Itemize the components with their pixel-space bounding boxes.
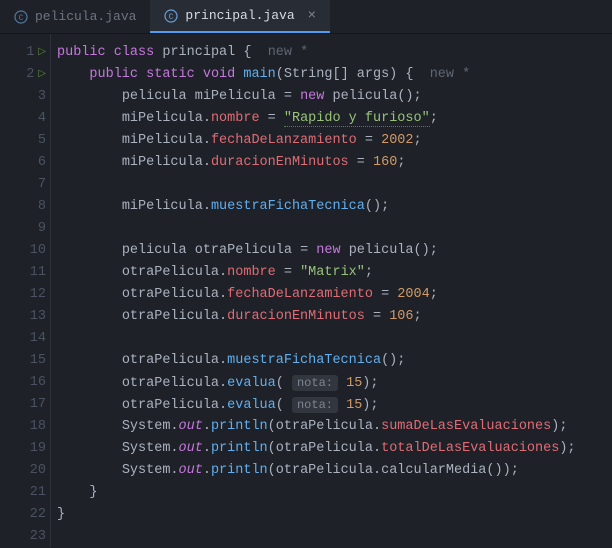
gutter-line[interactable]: 7 xyxy=(0,174,50,196)
gutter-line[interactable]: 23 xyxy=(0,526,50,548)
gutter-line[interactable]: 11 xyxy=(0,262,50,284)
gutter-line[interactable]: 6 xyxy=(0,152,50,174)
param-hint: nota: xyxy=(292,397,338,413)
code-line xyxy=(57,174,576,196)
run-icon[interactable]: ▷ xyxy=(38,64,46,86)
code-line: otraPelicula.evalua( nota: 15); xyxy=(57,372,576,394)
tab-principal[interactable]: C principal.java × xyxy=(150,0,330,33)
code-line: System.out.println(otraPelicula.totalDeL… xyxy=(57,438,576,460)
param-hint: nota: xyxy=(292,375,338,391)
code-line: } xyxy=(57,482,576,504)
gutter-line[interactable]: 17 xyxy=(0,394,50,416)
java-class-icon: C xyxy=(14,10,28,24)
gutter-line[interactable]: 2▷ xyxy=(0,64,50,86)
code-line: pelicula otraPelicula = new pelicula(); xyxy=(57,240,576,262)
code-line xyxy=(57,526,576,548)
code-line: otraPelicula.muestraFichaTecnica(); xyxy=(57,350,576,372)
java-class-icon: C xyxy=(164,9,178,23)
gutter-line[interactable]: 10 xyxy=(0,240,50,262)
code-line: miPelicula.muestraFichaTecnica(); xyxy=(57,196,576,218)
gutter-line[interactable]: 5 xyxy=(0,130,50,152)
tab-label: principal.java xyxy=(185,8,294,23)
close-icon[interactable]: × xyxy=(308,8,316,24)
gutter-line[interactable]: 15 xyxy=(0,350,50,372)
gutter-line[interactable]: 14 xyxy=(0,328,50,350)
code-line: pelicula miPelicula = new pelicula(); xyxy=(57,86,576,108)
code-line: otraPelicula.fechaDeLanzamiento = 2004; xyxy=(57,284,576,306)
gutter-line[interactable]: 18 xyxy=(0,416,50,438)
svg-text:C: C xyxy=(169,13,174,22)
gutter-line[interactable]: 8 xyxy=(0,196,50,218)
code-line: miPelicula.fechaDeLanzamiento = 2002; xyxy=(57,130,576,152)
code-line: otraPelicula.duracionEnMinutos = 106; xyxy=(57,306,576,328)
code-content[interactable]: public class principal { new * public st… xyxy=(50,34,576,547)
editor-tabs: C pelicula.java C principal.java × xyxy=(0,0,612,34)
gutter-line[interactable]: 13 xyxy=(0,306,50,328)
code-line: System.out.println(otraPelicula.calcular… xyxy=(57,460,576,482)
code-line xyxy=(57,218,576,240)
gutter-line[interactable]: 16 xyxy=(0,372,50,394)
code-line: public class principal { new * xyxy=(57,42,576,64)
gutter-line[interactable]: 3 xyxy=(0,86,50,108)
gutter-line[interactable]: 22 xyxy=(0,504,50,526)
code-line: public static void main(String[] args) {… xyxy=(57,64,576,86)
code-line: otraPelicula.nombre = "Matrix"; xyxy=(57,262,576,284)
code-line: otraPelicula.evalua( nota: 15); xyxy=(57,394,576,416)
gutter-line[interactable]: 19 xyxy=(0,438,50,460)
gutter-line[interactable]: 4 xyxy=(0,108,50,130)
code-line xyxy=(57,328,576,350)
code-line: miPelicula.nombre = "Rapido y furioso"; xyxy=(57,108,576,130)
inlay-hint: new * xyxy=(430,67,471,82)
code-line: System.out.println(otraPelicula.sumaDeLa… xyxy=(57,416,576,438)
gutter-line[interactable]: 21 xyxy=(0,482,50,504)
gutter-line[interactable]: 9 xyxy=(0,218,50,240)
gutter-line[interactable]: 12 xyxy=(0,284,50,306)
gutter-line[interactable]: 20 xyxy=(0,460,50,482)
gutter-line[interactable]: 1▷ xyxy=(0,42,50,64)
tab-pelicula[interactable]: C pelicula.java xyxy=(0,0,150,33)
editor-area: 1▷ 2▷ 3 4 5 6 7 8 9 10 11 12 13 14 15 16… xyxy=(0,34,612,547)
code-line: miPelicula.duracionEnMinutos = 160; xyxy=(57,152,576,174)
inlay-hint: new * xyxy=(268,45,309,60)
run-icon[interactable]: ▷ xyxy=(38,42,46,64)
svg-text:C: C xyxy=(19,14,24,23)
line-gutter: 1▷ 2▷ 3 4 5 6 7 8 9 10 11 12 13 14 15 16… xyxy=(0,34,50,547)
tab-label: pelicula.java xyxy=(35,9,136,24)
code-line: } xyxy=(57,504,576,526)
